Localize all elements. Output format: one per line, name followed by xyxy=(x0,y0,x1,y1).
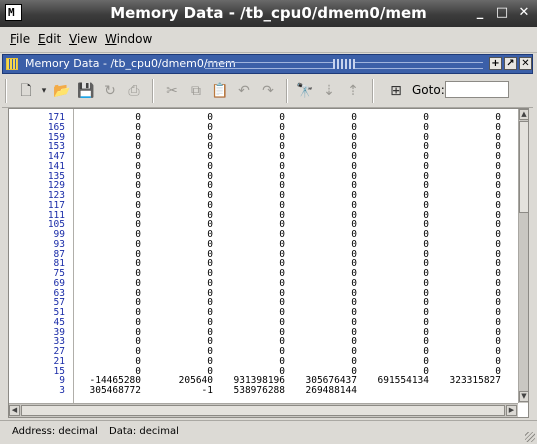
vertical-scroll-thumb[interactable] xyxy=(519,121,528,213)
data-cell[interactable]: 538976288 xyxy=(219,385,285,397)
scroll-down-icon[interactable]: ▼ xyxy=(519,391,528,402)
dropdown-arrow-icon[interactable]: ▾ xyxy=(34,81,54,101)
toolbar-grip[interactable] xyxy=(5,79,7,103)
address-radix-status: Address: decimal xyxy=(12,426,98,437)
vertical-scrollbar[interactable]: ▲ ▼ xyxy=(518,109,528,403)
goto-icon[interactable]: ⊞ xyxy=(386,81,406,101)
subwindow-titlebar[interactable]: Memory Data - /tb_cpu0/dmem0/mem + ↗ ✕ xyxy=(2,54,533,74)
toolbar: 🗋 ▾ 📂 💾 ↻ ⎙ ✂ ⧉ 📋 ↶ ↷ 🔭 ⇣ ⇡ ⊞ Goto: xyxy=(2,75,533,108)
undo-icon[interactable]: ↶ xyxy=(234,81,254,101)
horizontal-scroll-thumb[interactable] xyxy=(21,405,505,416)
scroll-left-icon[interactable]: ◀ xyxy=(9,405,20,416)
horizontal-scrollbar[interactable]: ◀ ▶ xyxy=(9,403,518,417)
redo-icon[interactable]: ↷ xyxy=(258,81,278,101)
toolbar-separator xyxy=(286,79,288,103)
reload-icon[interactable]: ↻ xyxy=(100,81,120,101)
close-pane-icon[interactable]: ✕ xyxy=(519,57,532,70)
copy-icon[interactable]: ⧉ xyxy=(186,81,206,101)
menu-bar: File Edit View Window xyxy=(0,27,537,53)
print-icon[interactable]: ⎙ xyxy=(124,81,144,101)
scroll-right-icon[interactable]: ▶ xyxy=(506,405,517,416)
toolbar-separator xyxy=(372,79,374,103)
status-bar: Address: decimal Data: decimal xyxy=(0,420,537,444)
undock-icon[interactable]: ↗ xyxy=(504,57,517,70)
data-radix-status: Data: decimal xyxy=(109,426,179,437)
menu-window[interactable]: Window xyxy=(105,32,152,46)
drag-handle-icon[interactable] xyxy=(333,59,355,69)
window-title: Memory Data - /tb_cpu0/dmem0/mem xyxy=(110,4,427,22)
find-previous-icon[interactable]: ⇡ xyxy=(343,81,363,101)
scroll-up-icon[interactable]: ▲ xyxy=(519,109,528,120)
resize-grip-icon[interactable] xyxy=(525,432,535,442)
save-icon[interactable]: 💾 xyxy=(76,81,96,101)
dock-icon[interactable]: + xyxy=(489,57,502,70)
data-cell[interactable]: 305468772 xyxy=(75,385,141,397)
window-titlebar: M Memory Data - /tb_cpu0/dmem0/mem _ □ ✕ xyxy=(0,0,537,27)
goto-input[interactable] xyxy=(445,81,509,98)
memory-icon xyxy=(6,58,18,70)
menu-edit[interactable]: Edit xyxy=(38,32,61,46)
goto-label: Goto: xyxy=(412,83,445,97)
cut-icon[interactable]: ✂ xyxy=(162,81,182,101)
find-icon[interactable]: 🔭 xyxy=(295,81,315,101)
menu-view[interactable]: View xyxy=(69,32,97,46)
memory-row: 3 305468772 -1 538976288 269488144 xyxy=(9,385,519,397)
new-file-icon[interactable]: 🗋 xyxy=(16,81,36,101)
menu-file[interactable]: File xyxy=(10,32,30,46)
memory-view[interactable]: 171 0 0 0 0 0 0 165 0 0 0 0 0 0 159 0 0 0 0 0 0 153 0 0 0 0 0 0 147 0… xyxy=(8,108,529,418)
data-cell[interactable]: 269488144 xyxy=(291,385,357,397)
address-cell: 3 xyxy=(59,385,65,396)
find-next-icon[interactable]: ⇣ xyxy=(319,81,339,101)
data-cell[interactable]: -1 xyxy=(147,385,213,397)
maximize-icon[interactable]: □ xyxy=(494,5,510,21)
close-icon[interactable]: ✕ xyxy=(516,5,532,21)
minimize-icon[interactable]: _ xyxy=(472,5,488,21)
open-folder-icon[interactable]: 📂 xyxy=(52,81,72,101)
toolbar-separator xyxy=(152,79,154,103)
paste-icon[interactable]: 📋 xyxy=(210,81,230,101)
